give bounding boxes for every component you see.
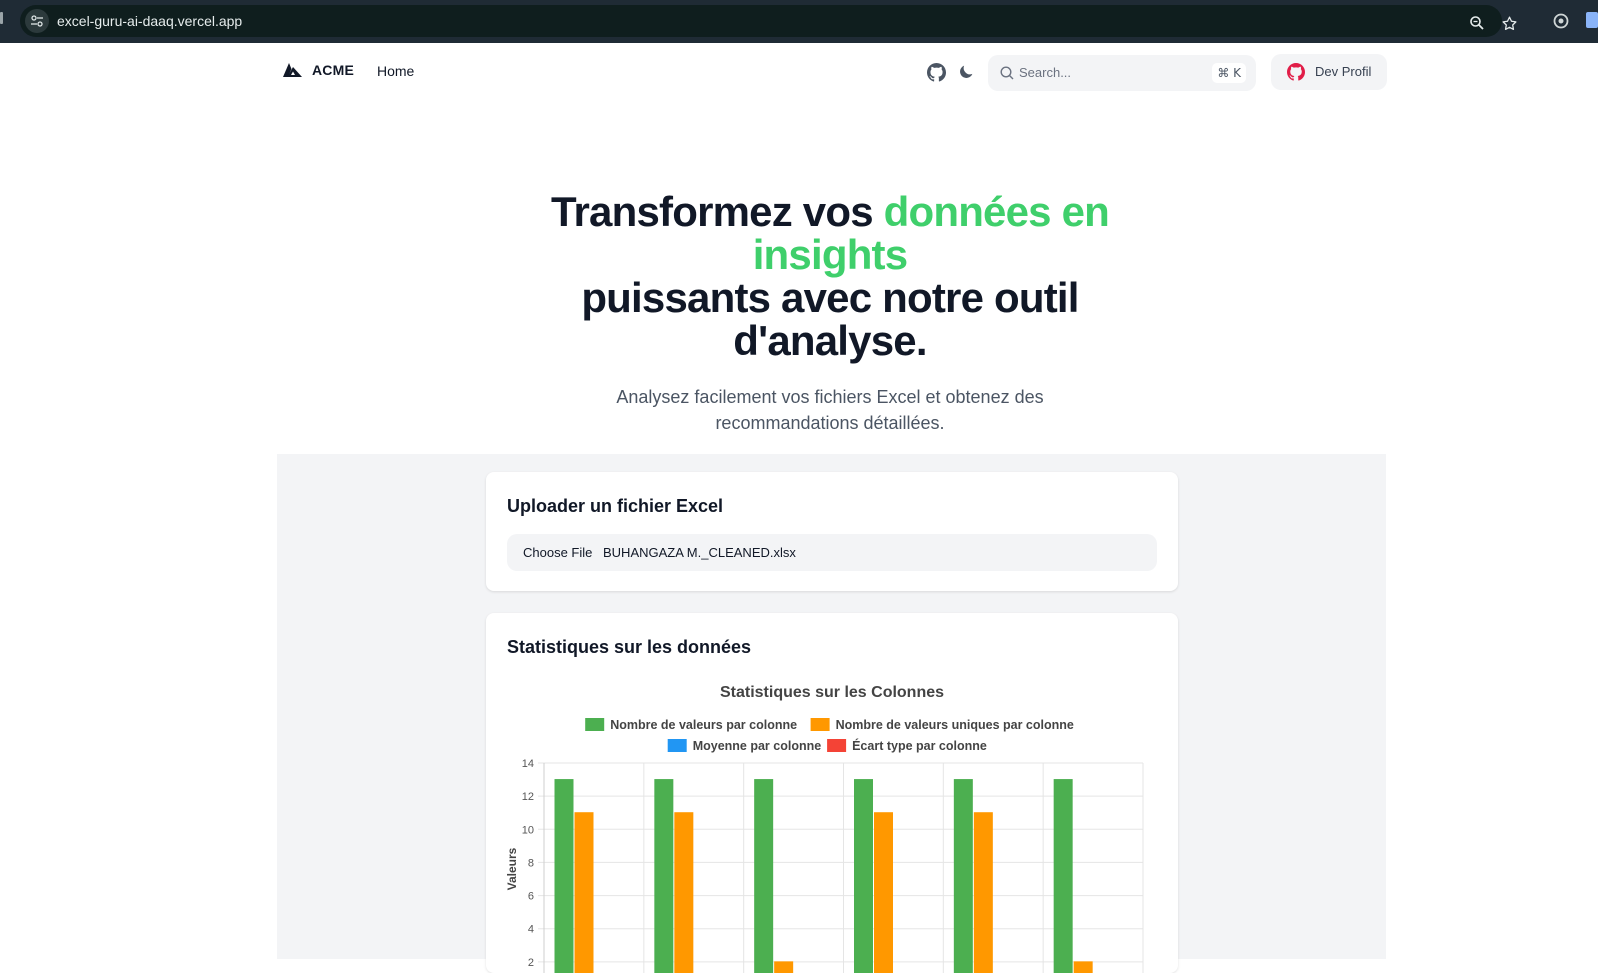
legend-label: Écart type par colonne <box>852 738 987 753</box>
y-tick-label: 14 <box>522 758 534 770</box>
dev-profile-label: Dev Profil <box>1315 64 1372 79</box>
search-placeholder: Search... <box>1019 65 1072 80</box>
bar[interactable] <box>554 779 574 973</box>
hero-title: Transformez vos données en insights puiss… <box>520 190 1140 362</box>
legend-swatch <box>810 718 830 731</box>
browser-toolbar: excel-guru-ai-daaq.vercel.app <box>0 0 1598 43</box>
extension-icon[interactable] <box>1552 12 1570 30</box>
bar[interactable] <box>674 812 694 973</box>
column-stats-chart: Statistiques sur les Colonnes Nombre de … <box>505 684 1144 973</box>
bar[interactable] <box>754 779 774 973</box>
bar[interactable] <box>774 961 794 973</box>
upload-card: Uploader un fichier Excel Choose File BU… <box>486 472 1178 591</box>
file-upload-input[interactable]: Choose File BUHANGAZA M._CLEANED.xlsx <box>507 534 1157 571</box>
legend-label: Moyenne par colonne <box>693 739 822 753</box>
y-tick-label: 10 <box>522 824 534 836</box>
search-icon <box>1000 66 1014 80</box>
legend-swatch <box>585 718 605 731</box>
upload-card-title: Uploader un fichier Excel <box>507 496 724 516</box>
bar[interactable] <box>1073 961 1093 973</box>
legend-label: Nombre de valeurs uniques par colonne <box>836 718 1074 732</box>
bar[interactable] <box>574 812 594 973</box>
search-input[interactable]: Search... ⌘ K <box>988 55 1256 91</box>
site-header: ACME Home Search... ⌘ K Dev Profil <box>0 43 1598 99</box>
brand-name: ACME <box>312 62 355 78</box>
profile-icon[interactable] <box>1586 12 1598 28</box>
bar[interactable] <box>654 779 674 973</box>
y-axis-label: Valeurs <box>505 847 519 890</box>
legend-swatch <box>827 739 847 752</box>
choose-file-button[interactable]: Choose File <box>523 545 592 560</box>
legend-swatch <box>667 739 687 752</box>
bar[interactable] <box>973 812 993 973</box>
dev-profile-button[interactable]: Dev Profil <box>1271 54 1387 90</box>
y-tick-label: 4 <box>528 924 534 936</box>
legend-item[interactable]: Nombre de valeurs uniques par colonne <box>810 718 1074 732</box>
chart-title: Statistiques sur les Colonnes <box>720 684 944 701</box>
acme-logo-icon <box>283 63 302 77</box>
address-bar[interactable]: excel-guru-ai-daaq.vercel.app <box>20 5 1517 37</box>
github-icon[interactable] <box>925 61 947 83</box>
bar[interactable] <box>874 812 893 973</box>
legend-item[interactable]: Nombre de valeurs par colonne <box>585 718 797 732</box>
brand-logo[interactable]: ACME <box>283 62 354 78</box>
tab-edge <box>0 12 3 24</box>
site-settings-icon[interactable] <box>25 9 49 33</box>
legend-label: Nombre de valeurs par colonne <box>610 718 797 732</box>
zoom-icon[interactable] <box>1468 14 1486 32</box>
bar[interactable] <box>854 779 873 973</box>
bar[interactable] <box>1053 779 1073 973</box>
legend-item[interactable]: Moyenne par colonne <box>667 739 822 753</box>
legend-item[interactable]: Écart type par colonne <box>827 738 987 753</box>
hero-title-part1: Transformez vos <box>550 188 884 235</box>
y-tick-label: 8 <box>528 857 534 869</box>
nav-home-link[interactable]: Home <box>377 63 414 79</box>
hero-title-part2: puissants avec notre outil d'analyse. <box>581 274 1079 364</box>
stats-card: Statistiques sur les données Statistique… <box>486 613 1178 973</box>
bar[interactable] <box>953 779 973 973</box>
search-shortcut-badge: ⌘ K <box>1212 63 1246 83</box>
selected-file-name: BUHANGAZA M._CLEANED.xlsx <box>603 545 796 560</box>
y-tick-label: 6 <box>528 891 534 903</box>
github-icon <box>1287 63 1305 81</box>
hero-subtitle: Analysez facilement vos fichiers Excel e… <box>616 387 1044 433</box>
url-text[interactable]: excel-guru-ai-daaq.vercel.app <box>57 13 242 29</box>
y-tick-label: 12 <box>522 791 534 803</box>
bookmark-star-icon[interactable] <box>1500 14 1518 32</box>
dark-mode-moon-icon[interactable] <box>955 61 977 83</box>
